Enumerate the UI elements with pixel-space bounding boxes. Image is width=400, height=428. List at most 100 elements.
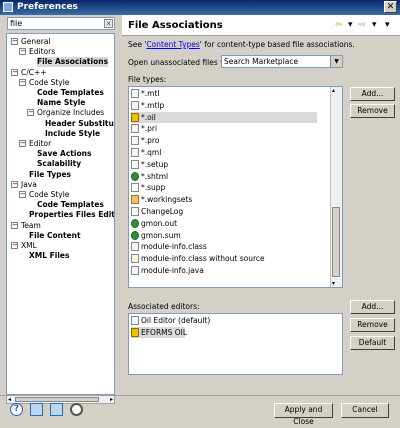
preferences-icon [3, 2, 13, 12]
add-editor-button[interactable]: Add... [350, 300, 395, 314]
close-button[interactable]: ✕ [384, 1, 397, 13]
file-type-label: *.shtml [141, 171, 169, 181]
back-arrow-icon[interactable]: ⇦ [335, 21, 343, 30]
help-icon[interactable]: ? [10, 403, 23, 416]
forward-dropdown-icon[interactable]: ▾ [372, 21, 377, 30]
forward-arrow-icon[interactable]: ⇨ [358, 21, 366, 30]
file-type-row[interactable]: module-info.java [131, 265, 317, 276]
file-type-label: *.pri [141, 124, 158, 134]
blank-file-icon [131, 100, 139, 110]
v-file-icon [131, 183, 139, 193]
tree-item-label: Save Actions [37, 149, 92, 159]
open-unassociated-select[interactable]: Search Marketplace ▼ [221, 55, 343, 68]
editor-label: EFORMS OIL [141, 327, 188, 337]
file-type-row[interactable]: module-info.class [131, 241, 317, 252]
import-icon[interactable] [30, 403, 43, 416]
file-type-label: gmon.out [141, 218, 178, 228]
collapse-icon[interactable]: − [19, 78, 26, 86]
file-type-label: *.qml [141, 148, 162, 157]
file-types-list[interactable]: ▴ ▾ *.mtl *.mtlp *.oil *.pri *.pro *.qml *.set… [128, 86, 343, 288]
remove-file-type-button[interactable]: Remove [350, 104, 395, 118]
file-type-label: gmon.sum [141, 230, 181, 240]
file-type-row[interactable]: *.setup [131, 159, 317, 170]
add-file-type-button[interactable]: Add... [350, 87, 395, 101]
blank-file-icon [131, 266, 139, 275]
file-type-row[interactable]: *.shtml [131, 171, 317, 182]
blank-file-icon [131, 207, 139, 216]
tree-item-label: Code Style [29, 77, 70, 87]
globe-file-icon [131, 171, 139, 181]
folder-file-icon [131, 195, 139, 205]
file-type-row[interactable]: *.pri [131, 123, 317, 134]
tree-item-label: Scalability [37, 159, 82, 169]
j-file-icon [131, 254, 139, 264]
file-type-label: *.pro [141, 136, 160, 146]
scroll-down-icon[interactable]: ▾ [332, 280, 335, 287]
collapse-icon[interactable]: − [11, 180, 18, 188]
file-type-row[interactable]: *.supp [131, 182, 317, 193]
clear-filter-icon[interactable]: ✕ [104, 19, 113, 28]
file-type-row[interactable]: gmon.sum [131, 230, 317, 241]
scroll-up-icon[interactable]: ▴ [332, 87, 335, 94]
tree-item-label: Code Templates [37, 200, 104, 210]
collapse-icon[interactable]: − [11, 242, 18, 249]
preferences-tree[interactable]: − General − Editors File Associations − C/C++ −… [6, 33, 115, 395]
tree-item-label: Editors [29, 47, 56, 57]
filter-input[interactable]: file ✕ [7, 17, 115, 30]
dropdown-arrow-icon[interactable]: ▼ [330, 56, 342, 67]
export-icon[interactable] [50, 403, 63, 416]
tree-item-label: File Types [29, 169, 71, 179]
file-type-label: module-info.class without source [141, 254, 265, 264]
tree-item-label: Code Style [29, 190, 70, 199]
filter-text: file [10, 19, 23, 28]
editor-label: Oil Editor (default) [141, 316, 211, 325]
tree-item-label: File Associations [37, 57, 109, 68]
content-types-link[interactable]: Content Types [146, 40, 199, 49]
file-type-row[interactable]: gmon.out [131, 218, 317, 229]
collapse-icon[interactable]: − [11, 38, 18, 45]
preferences-nav-pane: file ✕ − General − Editors File Associations… [0, 15, 121, 404]
page-header: File Associations ⇦ ▾ ⇨ ▾ ▾ [122, 15, 400, 36]
tree-item-label: Editor [29, 139, 52, 148]
editor-row[interactable]: Oil Editor (default) [131, 315, 210, 326]
default-editor-button[interactable]: Default [350, 336, 395, 350]
globe-file-icon [131, 230, 139, 240]
collapse-icon[interactable]: − [27, 109, 34, 117]
tree-item-label: Name Style [37, 98, 86, 108]
tree-item-label: Organize Includes [37, 108, 105, 118]
scroll-thumb[interactable] [332, 207, 340, 277]
remove-editor-button[interactable]: Remove [350, 318, 395, 332]
file-type-row[interactable]: *.oil [131, 111, 317, 123]
tree-item-label: Properties Files Editor [29, 210, 115, 220]
view-menu-icon[interactable]: ▾ [385, 21, 390, 30]
file-type-row[interactable]: module-info.class without source [131, 253, 317, 264]
collapse-icon[interactable]: − [11, 221, 18, 229]
associated-editors-label: Associated editors: [128, 302, 200, 311]
blank-editor-icon [131, 316, 139, 325]
associated-editors-list[interactable]: Oil Editor (default) EFORMS OIL [128, 313, 343, 375]
file-type-row[interactable]: *.pro [131, 135, 317, 146]
collapse-icon[interactable]: − [19, 140, 26, 147]
blank-file-icon [131, 89, 139, 98]
apply-and-close-button[interactable]: Apply and Close [274, 403, 333, 426]
lock-file-icon [131, 112, 139, 122]
blank-file-icon [131, 242, 139, 252]
cancel-button[interactable]: Cancel [341, 403, 389, 418]
record-icon[interactable] [70, 403, 83, 416]
back-dropdown-icon[interactable]: ▾ [348, 21, 353, 30]
tree-item-label: C/C++ [21, 67, 47, 77]
collapse-icon[interactable]: − [19, 48, 26, 56]
collapse-icon[interactable]: − [11, 68, 18, 76]
file-types-label: File types: [128, 75, 167, 84]
blank-file-icon [131, 148, 139, 157]
editor-row[interactable]: EFORMS OIL [131, 326, 188, 338]
collapse-icon[interactable]: − [19, 191, 26, 198]
file-type-label: *.oil [141, 112, 156, 122]
file-type-row[interactable]: *.mtl [131, 88, 317, 99]
file-type-row[interactable]: *.mtlp [131, 100, 317, 111]
file-type-label: module-info.java [141, 266, 204, 275]
file-type-row[interactable]: ChangeLog [131, 206, 317, 217]
file-type-row[interactable]: *.qml [131, 147, 317, 158]
file-types-scrollbar[interactable]: ▴ ▾ [330, 87, 342, 287]
file-type-row[interactable]: *.workingsets [131, 194, 317, 205]
